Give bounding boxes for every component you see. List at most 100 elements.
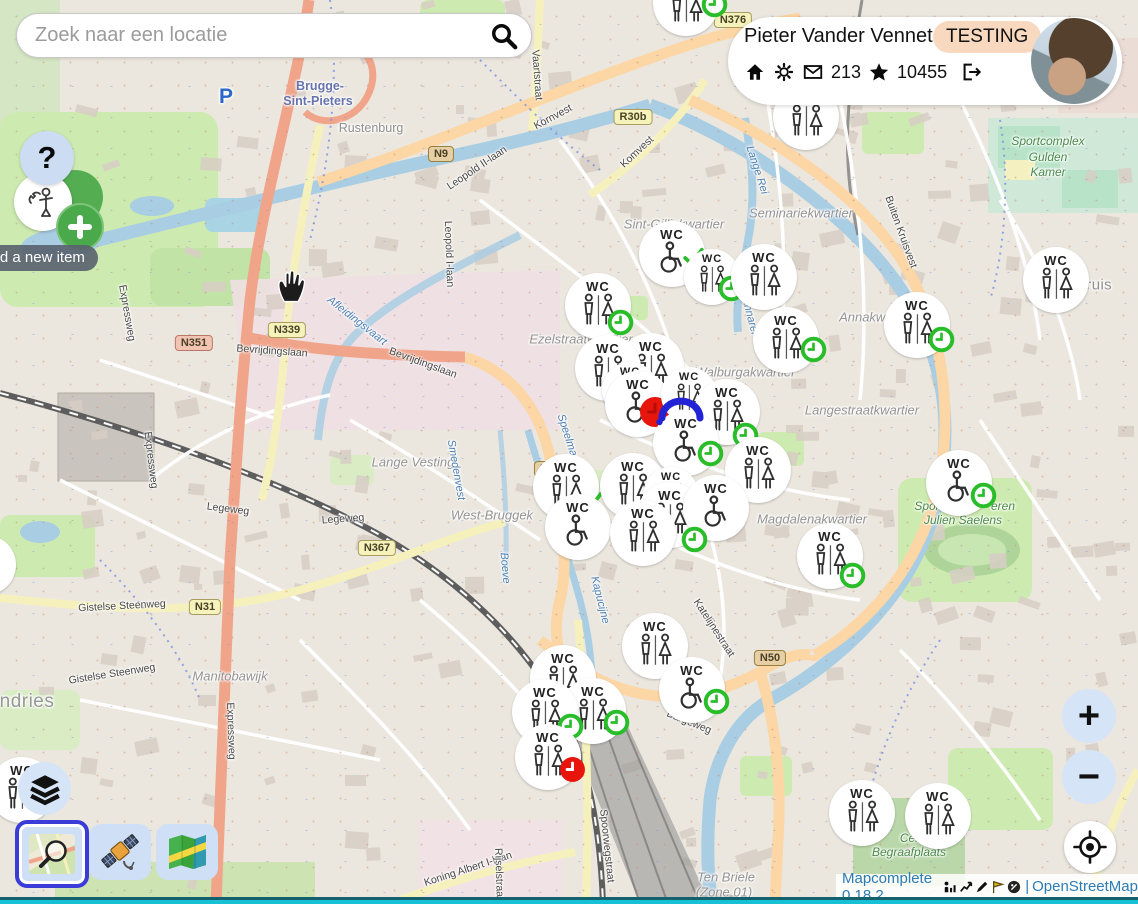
marker-wc-label: WC xyxy=(905,299,929,312)
marker-wc-label: WC xyxy=(746,444,770,457)
user-panel: Pieter Vander Vennet TESTING 213 10455 xyxy=(728,17,1122,105)
wheelchair-icon xyxy=(942,470,976,516)
wheelchair-icon xyxy=(561,514,595,560)
map-canvas[interactable]: RustenburgBrugge-Sint-PietersSint-Gillis… xyxy=(0,0,1138,904)
avatar[interactable] xyxy=(1031,18,1117,104)
wheelchair-icon xyxy=(675,677,709,723)
search-icon[interactable] xyxy=(489,21,519,51)
toilet-marker[interactable]: WC xyxy=(926,450,992,516)
map-label: Sint-Pieters xyxy=(283,94,352,108)
marker-wc-label: WC xyxy=(926,790,950,803)
community-flag-icon[interactable] xyxy=(991,880,1005,894)
chart-icon[interactable] xyxy=(959,880,973,894)
marker-wc-label: WC xyxy=(752,251,776,264)
road-shield: N31 xyxy=(189,599,221,615)
marker-wc-label: WC xyxy=(660,228,684,241)
attribution-bar: Mapcomplete 0.18.2 | OpenStreetMap xyxy=(836,874,1138,899)
bottom-accent-line2 xyxy=(0,900,1138,904)
home-icon[interactable] xyxy=(744,61,766,83)
map-label: P xyxy=(219,85,233,109)
map-label: ndries xyxy=(0,691,54,713)
logout-icon[interactable] xyxy=(960,61,982,83)
layers-button[interactable] xyxy=(18,762,71,815)
zoom-in-button[interactable]: + xyxy=(1062,689,1116,743)
layers-icon xyxy=(28,772,62,806)
crosshair-icon xyxy=(1072,829,1108,865)
toilet-figures-icon xyxy=(897,312,938,358)
road-shield: N351 xyxy=(175,335,213,351)
wheelchair-icon xyxy=(621,391,655,437)
toilet-marker[interactable]: WC xyxy=(884,292,950,358)
osm-copyright-icon[interactable] xyxy=(1007,880,1021,894)
toilet-marker[interactable]: WC xyxy=(653,410,719,476)
map-label: Rijselstraat xyxy=(492,848,506,900)
marker-wc-label: WC xyxy=(702,254,722,265)
marker-wc-label: WC xyxy=(639,340,663,353)
map-label: Sportcomplex xyxy=(1011,134,1084,148)
toilet-marker[interactable]: WC xyxy=(565,273,631,339)
gear-icon[interactable] xyxy=(773,61,795,83)
messages-count: 213 xyxy=(831,62,861,83)
wheelchair-icon xyxy=(699,495,733,541)
marker-wc-label: WC xyxy=(554,461,578,474)
road-shield: N367 xyxy=(358,540,396,556)
person-wrench-icon xyxy=(24,183,62,221)
marker-wc-label: WC xyxy=(643,620,667,633)
pencil-icon[interactable] xyxy=(975,880,989,894)
osm-link[interactable]: OpenStreetMap xyxy=(1032,878,1138,895)
marker-wc-label: WC xyxy=(850,787,874,800)
marker-wc-label: WC xyxy=(947,457,971,470)
toilet-marker[interactable]: WC xyxy=(1023,247,1089,313)
toilet-marker[interactable]: WC xyxy=(797,523,863,589)
toilet-marker[interactable]: WC xyxy=(829,780,895,846)
toilet-marker[interactable]: WC xyxy=(545,494,611,560)
statistics-icon[interactable] xyxy=(943,880,957,894)
toilet-marker[interactable]: WC xyxy=(683,475,749,541)
toilet-marker[interactable]: WC xyxy=(659,657,725,723)
help-button[interactable]: ? xyxy=(20,131,74,185)
toilet-figures-icon xyxy=(695,265,730,305)
marker-wc-label: WC xyxy=(679,372,699,383)
search-input[interactable] xyxy=(17,24,489,47)
road-shield: N50 xyxy=(754,650,786,666)
folded-map-icon xyxy=(165,832,209,872)
geolocate-button[interactable] xyxy=(1064,821,1116,873)
toilet-figures-icon xyxy=(744,264,785,310)
marker-wc-label: WC xyxy=(704,482,728,495)
user-name: Pieter Vander Vennet xyxy=(744,25,933,48)
map-label: Manitobawijk xyxy=(192,669,267,684)
marker-wc-label: WC xyxy=(715,386,739,399)
mapstyle-osm-button[interactable] xyxy=(15,820,89,888)
toilet-marker[interactable]: WC xyxy=(905,783,971,849)
map-label: Seminariekwartier xyxy=(749,206,853,221)
map-label: Brugge- xyxy=(296,79,344,93)
road-shield: N339 xyxy=(268,322,306,338)
toilet-figures-icon xyxy=(918,803,959,849)
add-new-item-button[interactable] xyxy=(56,203,104,251)
marker-wc-label: WC xyxy=(818,530,842,543)
map-label: eren xyxy=(991,499,1015,513)
search-bar[interactable] xyxy=(16,13,532,58)
mapstyle-satellite-button[interactable] xyxy=(89,824,151,880)
user-stats-row: 213 10455 xyxy=(744,61,982,83)
plus-icon xyxy=(67,214,93,240)
messages-icon[interactable] xyxy=(802,61,824,83)
road-shield: N9 xyxy=(428,146,454,162)
toilet-marker[interactable]: WC xyxy=(731,244,797,310)
marker-wc-label: WC xyxy=(581,685,605,698)
marker-wc-label: WC xyxy=(586,280,610,293)
map-label: Rustenburg xyxy=(339,121,404,135)
toilet-marker[interactable]: WC xyxy=(515,724,581,790)
zoom-out-button[interactable]: − xyxy=(1062,750,1116,804)
toilet-figures-icon xyxy=(578,293,619,339)
toilet-marker[interactable]: WC xyxy=(610,500,676,566)
map-label: Magdalenakwartier xyxy=(757,512,867,527)
toilet-figures-icon xyxy=(810,543,851,589)
mapstyle-map-button[interactable] xyxy=(156,824,218,880)
toilet-figures-icon xyxy=(766,327,807,373)
add-item-tooltip: re to add a new item xyxy=(0,245,98,271)
toilet-marker[interactable]: WC xyxy=(753,307,819,373)
map-label: Gulden xyxy=(1029,150,1068,164)
toilet-figures-icon xyxy=(528,744,569,790)
marker-wc-label: WC xyxy=(566,501,590,514)
